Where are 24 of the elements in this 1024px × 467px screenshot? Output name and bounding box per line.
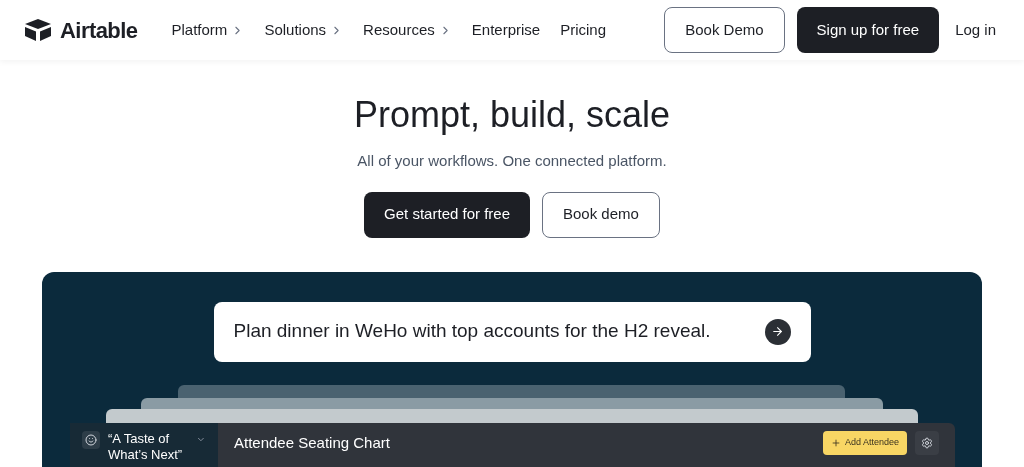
plus-icon xyxy=(830,437,841,448)
brand-name[interactable]: Airtable xyxy=(60,13,138,47)
arrow-icon xyxy=(771,325,784,338)
prompt-text: Plan dinner in WeHo with top accounts for the H2 reveal. xyxy=(233,319,711,344)
settings-icon xyxy=(921,436,933,449)
send-button[interactable] xyxy=(764,318,791,345)
nav-link[interactable]: Pricing xyxy=(560,18,607,42)
get-started-button[interactable]: Get started for free xyxy=(364,191,530,238)
nav-link[interactable]: Platform xyxy=(171,18,245,42)
table-title: Attendee Seating Chart xyxy=(234,432,390,453)
hero-title: Prompt, build, scale xyxy=(353,93,671,137)
logo-icon[interactable] xyxy=(24,18,52,42)
settings-button[interactable] xyxy=(915,430,939,455)
sign-up-button[interactable]: Sign up for free xyxy=(796,7,940,53)
nav-link[interactable]: Resources xyxy=(363,18,452,42)
base-name[interactable]: “A Taste of What’s Next” xyxy=(108,430,189,463)
book-demo-button[interactable]: Book Demo xyxy=(664,7,785,53)
log-in-link[interactable]: Log in xyxy=(951,18,1000,42)
nav-link[interactable]: Solutions xyxy=(264,18,344,42)
add-attendee-button[interactable]: Add Attendee xyxy=(822,430,907,455)
prompt-field[interactable]: Plan dinner in WeHo with top accounts for the H2 reveal. xyxy=(213,301,811,362)
hero-subtitle: All of your workflows. One connected platform. xyxy=(357,151,667,171)
nav-link[interactable]: Enterprise xyxy=(471,18,541,42)
book-demo-button[interactable]: Book demo xyxy=(542,191,660,238)
